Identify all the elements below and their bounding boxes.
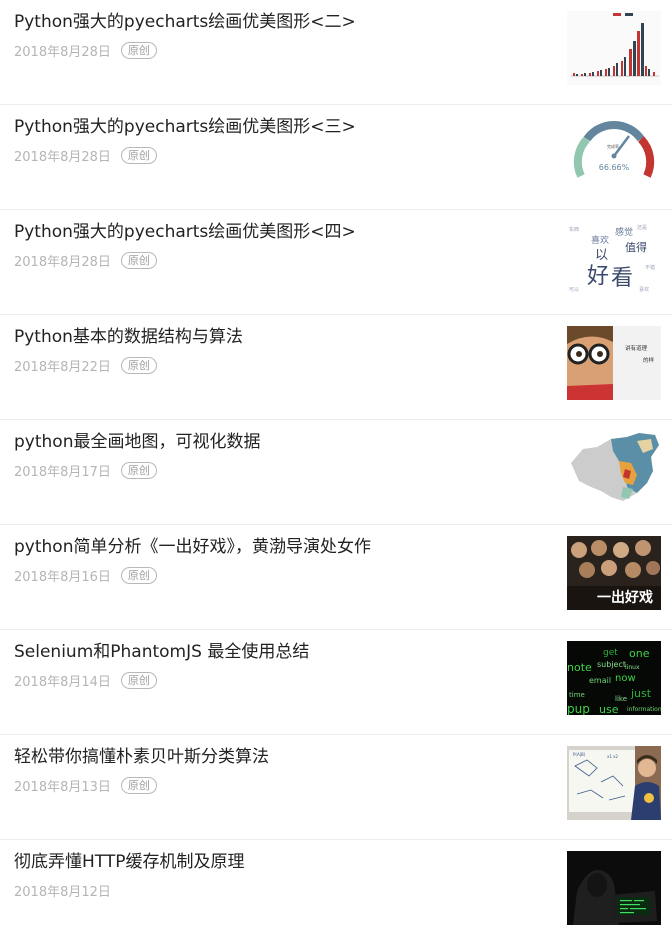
svg-text:不错: 不错 [645, 264, 655, 271]
svg-text:email: email [589, 676, 611, 685]
article-title[interactable]: Python强大的pyecharts绘画优美图形<二> [14, 10, 356, 34]
article-date: 2018年8月28日 [14, 44, 111, 60]
article-meta: 2018年8月16日 原创 [14, 565, 157, 585]
svg-text:讲有道理: 讲有道理 [625, 344, 648, 352]
original-badge: 原创 [120, 146, 157, 164]
svg-text:完成率: 完成率 [607, 143, 619, 149]
article-title[interactable]: Selenium和PhantomJS 最全使用总结 [14, 640, 309, 664]
article-item[interactable]: python简单分析《一出好戏》，黄渤导演处女作 2018年8月16日 原创 一… [0, 525, 672, 630]
article-meta: 2018年8月12日 [14, 880, 111, 900]
svg-text:东西: 东西 [569, 226, 579, 233]
svg-text:subject: subject [597, 660, 626, 669]
article-date: 2018年8月28日 [14, 254, 111, 270]
svg-text:x1 x2: x1 x2 [607, 754, 619, 759]
article-item[interactable]: Python强大的pyecharts绘画优美图形<三> 2018年8月28日 原… [0, 105, 672, 210]
article-meta: 2018年8月28日 原创 [14, 40, 157, 60]
svg-text:like: like [615, 695, 627, 703]
article-date: 2018年8月22日 [14, 359, 111, 375]
article-title[interactable]: 彻底弄懂HTTP缓存机制及原理 [14, 850, 245, 874]
green-wordcloud-thumbnail[interactable]: one get subject note email now just pup … [567, 641, 661, 715]
original-badge: 原创 [120, 461, 157, 479]
article-item[interactable]: Python强大的pyecharts绘画优美图形<四> 2018年8月28日 原… [0, 210, 672, 315]
hacker-laptop-thumbnail[interactable] [567, 851, 661, 925]
child-glasses-thumbnail[interactable]: 讲有道理 的样 [567, 326, 661, 400]
svg-text:get: get [603, 648, 618, 658]
movie-poster-thumbnail[interactable]: 一出好戏 [567, 536, 661, 610]
svg-text:one: one [629, 647, 650, 660]
svg-text:以: 以 [595, 248, 608, 263]
svg-text:一出好戏: 一出好戏 [597, 589, 653, 606]
article-date: 2018年8月13日 [14, 779, 111, 795]
article-date: 2018年8月14日 [14, 674, 111, 690]
article-title[interactable]: Python强大的pyecharts绘画优美图形<三> [14, 115, 356, 139]
article-item[interactable]: 彻底弄懂HTTP缓存机制及原理 2018年8月12日 [0, 840, 672, 945]
article-meta: 2018年8月28日 原创 [14, 145, 157, 165]
gauge-value-text: 66.66% [599, 163, 630, 172]
original-badge: 原创 [120, 671, 157, 689]
article-title[interactable]: python最全画地图，可视化数据 [14, 430, 260, 454]
gauge-thumbnail[interactable]: 完成率 66.66% [567, 116, 661, 190]
svg-text:just: just [630, 687, 652, 700]
original-badge: 原创 [120, 251, 157, 269]
article-meta: 2018年8月13日 原创 [14, 775, 157, 795]
svg-text:感觉: 感觉 [615, 226, 633, 238]
wordcloud-thumbnail[interactable]: 好 看 以 值得 喜欢 感觉 东西 还是 不错可以 喜欢 [567, 221, 661, 295]
svg-text:值得: 值得 [625, 241, 647, 254]
svg-text:now: now [615, 673, 636, 684]
svg-text:的样: 的样 [643, 356, 655, 364]
whiteboard-thumbnail[interactable]: P(A|B) x1 x2 [567, 746, 661, 820]
article-date: 2018年8月16日 [14, 569, 111, 585]
original-badge: 原创 [120, 566, 157, 584]
article-date: 2018年8月17日 [14, 464, 111, 480]
article-meta: 2018年8月28日 原创 [14, 250, 157, 270]
original-badge: 原创 [120, 41, 157, 59]
svg-text:pup: pup [567, 702, 590, 715]
svg-text:喜欢: 喜欢 [591, 234, 609, 246]
article-meta: 2018年8月22日 原创 [14, 355, 157, 375]
article-title[interactable]: python简单分析《一出好戏》，黄渤导演处女作 [14, 535, 371, 559]
original-badge: 原创 [120, 356, 157, 374]
svg-text:linux: linux [625, 664, 640, 671]
article-date: 2018年8月12日 [14, 884, 111, 900]
bar-chart-thumbnail[interactable] [567, 11, 661, 85]
article-item[interactable]: Python基本的数据结构与算法 2018年8月22日 原创 讲有道理 的样 [0, 315, 672, 420]
article-date: 2018年8月28日 [14, 149, 111, 165]
svg-text:information: information [627, 706, 661, 713]
china-map-thumbnail[interactable] [567, 431, 661, 505]
svg-text:喜欢: 喜欢 [639, 286, 649, 293]
svg-text:time: time [569, 691, 585, 699]
article-meta: 2018年8月14日 原创 [14, 670, 157, 690]
svg-text:use: use [599, 703, 619, 715]
article-list: Python强大的pyecharts绘画优美图形<二> 2018年8月28日 原… [0, 0, 672, 945]
svg-text:P(A|B): P(A|B) [573, 752, 586, 757]
article-title[interactable]: Python基本的数据结构与算法 [14, 325, 243, 349]
article-item[interactable]: Python强大的pyecharts绘画优美图形<二> 2018年8月28日 原… [0, 0, 672, 105]
svg-text:可以: 可以 [569, 287, 579, 293]
original-badge: 原创 [120, 776, 157, 794]
article-item[interactable]: 轻松带你搞懂朴素贝叶斯分类算法 2018年8月13日 原创 P(A|B) x1 x… [0, 735, 672, 840]
article-title[interactable]: Python强大的pyecharts绘画优美图形<四> [14, 220, 356, 244]
article-item[interactable]: Selenium和PhantomJS 最全使用总结 2018年8月14日 原创 … [0, 630, 672, 735]
svg-text:note: note [567, 661, 592, 674]
article-item[interactable]: python最全画地图，可视化数据 2018年8月17日 原创 [0, 420, 672, 525]
article-title[interactable]: 轻松带你搞懂朴素贝叶斯分类算法 [14, 745, 269, 769]
svg-text:好: 好 [587, 264, 609, 289]
svg-text:还是: 还是 [637, 224, 647, 231]
svg-text:看: 看 [611, 266, 633, 291]
article-meta: 2018年8月17日 原创 [14, 460, 157, 480]
